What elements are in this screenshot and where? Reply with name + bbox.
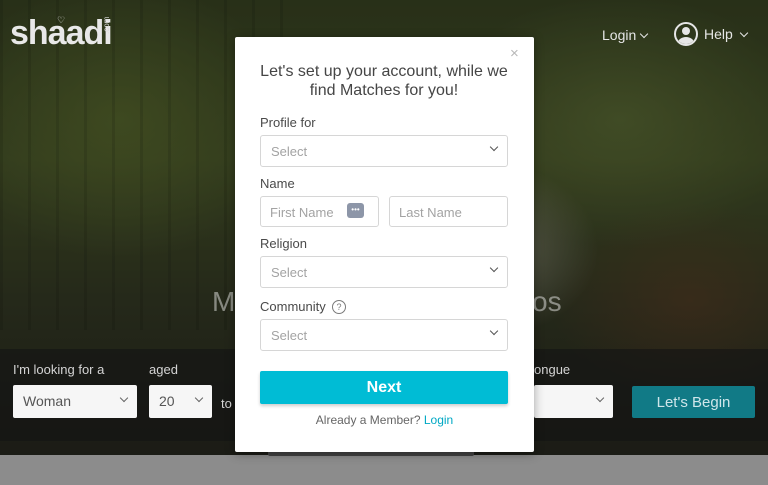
profile-for-placeholder: Select	[271, 144, 308, 159]
age-from-value: 20	[159, 393, 175, 409]
help-icon[interactable]: ?	[332, 300, 346, 314]
modal-title: Let's set up your account, while we find…	[260, 63, 508, 99]
religion-label: Religion	[260, 236, 307, 251]
gender-select-value: Woman	[23, 393, 71, 409]
chevron-down-icon	[489, 326, 499, 336]
chevron-down-icon	[739, 28, 749, 37]
nav-help[interactable]: Help	[674, 22, 749, 46]
community-placeholder: Select	[271, 328, 308, 343]
login-link[interactable]: Login	[424, 413, 453, 427]
aged-label: aged	[149, 362, 178, 377]
chevron-down-icon	[119, 393, 129, 403]
bottom-section	[0, 455, 768, 485]
close-icon[interactable]: ×	[510, 46, 519, 61]
autofill-icon[interactable]: •••	[347, 203, 364, 218]
profile-for-label: Profile for	[260, 115, 316, 130]
nav-login[interactable]: Login	[602, 27, 649, 43]
community-label: Community	[260, 299, 326, 314]
nav-help-label: Help	[704, 26, 733, 42]
religion-select[interactable]: Select	[260, 256, 508, 288]
age-from-select[interactable]: 20	[149, 385, 212, 418]
gender-select[interactable]: Woman	[13, 385, 137, 418]
hero-headline-left: M	[212, 286, 236, 317]
chevron-down-icon	[194, 393, 204, 403]
nav-login-label: Login	[602, 27, 637, 43]
user-avatar-icon	[674, 22, 698, 46]
profile-for-select[interactable]: Select	[260, 135, 508, 167]
name-label: Name	[260, 176, 295, 191]
next-button[interactable]: Next	[260, 371, 508, 404]
religion-placeholder: Select	[271, 265, 308, 280]
looking-for-label: I'm looking for a	[13, 362, 105, 377]
mother-tongue-select[interactable]	[534, 385, 613, 418]
hero-headline-right: os	[532, 286, 562, 317]
mother-tongue-label: ongue	[534, 362, 571, 377]
chevron-down-icon	[489, 142, 499, 152]
chevron-down-icon	[640, 29, 649, 38]
chevron-down-icon	[595, 393, 605, 403]
lets-begin-button[interactable]: Let's Begin	[632, 386, 755, 418]
community-select[interactable]: Select	[260, 319, 508, 351]
last-name-input[interactable]: Last Name	[389, 196, 508, 227]
logo-heart-icon: ♡	[57, 15, 66, 25]
to-label: to	[221, 396, 232, 411]
logo-sub: .com	[102, 16, 111, 34]
chevron-down-icon	[489, 263, 499, 273]
member-prompt-text: Already a Member?	[315, 413, 421, 427]
member-prompt: Already a Member? Login	[235, 413, 534, 427]
